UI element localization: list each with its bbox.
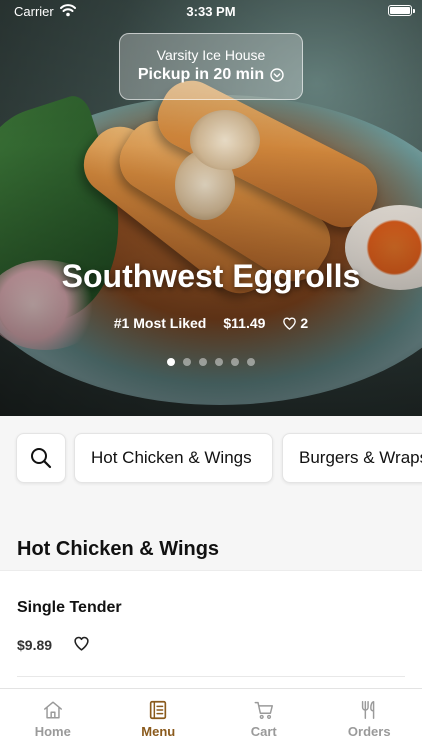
- search-button[interactable]: [16, 433, 66, 483]
- pickup-time-label: Pickup in 20 min: [137, 66, 265, 83]
- carousel-dot[interactable]: [199, 358, 207, 366]
- featured-likes[interactable]: 2: [282, 315, 308, 331]
- search-icon: [31, 448, 52, 469]
- tab-orders[interactable]: Orders: [317, 689, 422, 750]
- carousel-dot[interactable]: [215, 358, 223, 366]
- carousel-dot[interactable]: [167, 358, 175, 366]
- featured-price: $11.49: [223, 315, 266, 331]
- menu-item-card[interactable]: Single Tender $9.89: [0, 570, 422, 688]
- cart-icon: [254, 701, 273, 719]
- category-tab-burgers-wraps[interactable]: Burgers & Wraps: [282, 433, 422, 483]
- tab-home[interactable]: Home: [0, 689, 106, 750]
- home-icon: [43, 701, 62, 719]
- tab-orders-label: Orders: [347, 724, 391, 739]
- section-title: Hot Chicken & Wings: [17, 538, 220, 560]
- utensils-icon: [362, 701, 375, 719]
- tab-cart[interactable]: Cart: [211, 689, 317, 750]
- menu-icon: [150, 700, 167, 720]
- category-bar: Hot Chicken & Wings Burgers & Wraps: [0, 416, 422, 502]
- venue-name: Varsity Ice House: [156, 47, 266, 63]
- carousel-dot[interactable]: [231, 358, 239, 366]
- hero-banner[interactable]: Carrier 3:33 PM Varsity Ice House Pickup…: [0, 0, 422, 416]
- category-tab-hot-chicken-wings[interactable]: Hot Chicken & Wings: [74, 433, 273, 483]
- pickup-selector[interactable]: Varsity Ice House Pickup in 20 min: [119, 33, 303, 100]
- bottom-tab-bar: Home Menu Cart Orders: [0, 688, 422, 750]
- featured-rank: #1 Most Liked: [113, 315, 207, 331]
- carousel-dot[interactable]: [183, 358, 191, 366]
- status-bar: Carrier 3:33 PM: [0, 0, 422, 24]
- heart-icon: [283, 317, 297, 330]
- favorite-heart-icon[interactable]: [73, 635, 90, 652]
- item-price: $9.89: [17, 637, 53, 653]
- status-time: 3:33 PM: [186, 4, 236, 19]
- item-name: Single Tender: [17, 599, 122, 616]
- featured-item-title: Southwest Eggrolls: [61, 258, 361, 294]
- chevron-down-circle-icon: [270, 68, 284, 82]
- tab-cart-label: Cart: [250, 724, 277, 739]
- divider: [17, 676, 405, 677]
- tab-menu[interactable]: Menu: [106, 689, 212, 750]
- battery-icon: [388, 5, 415, 16]
- tab-home-label: Home: [34, 724, 71, 739]
- carousel-dot[interactable]: [247, 358, 255, 366]
- likes-count: 2: [300, 315, 309, 331]
- featured-item-meta: #1 Most Liked $11.49 2: [0, 315, 422, 331]
- tab-menu-label: Menu: [141, 724, 176, 739]
- carousel-pagination[interactable]: [0, 358, 422, 366]
